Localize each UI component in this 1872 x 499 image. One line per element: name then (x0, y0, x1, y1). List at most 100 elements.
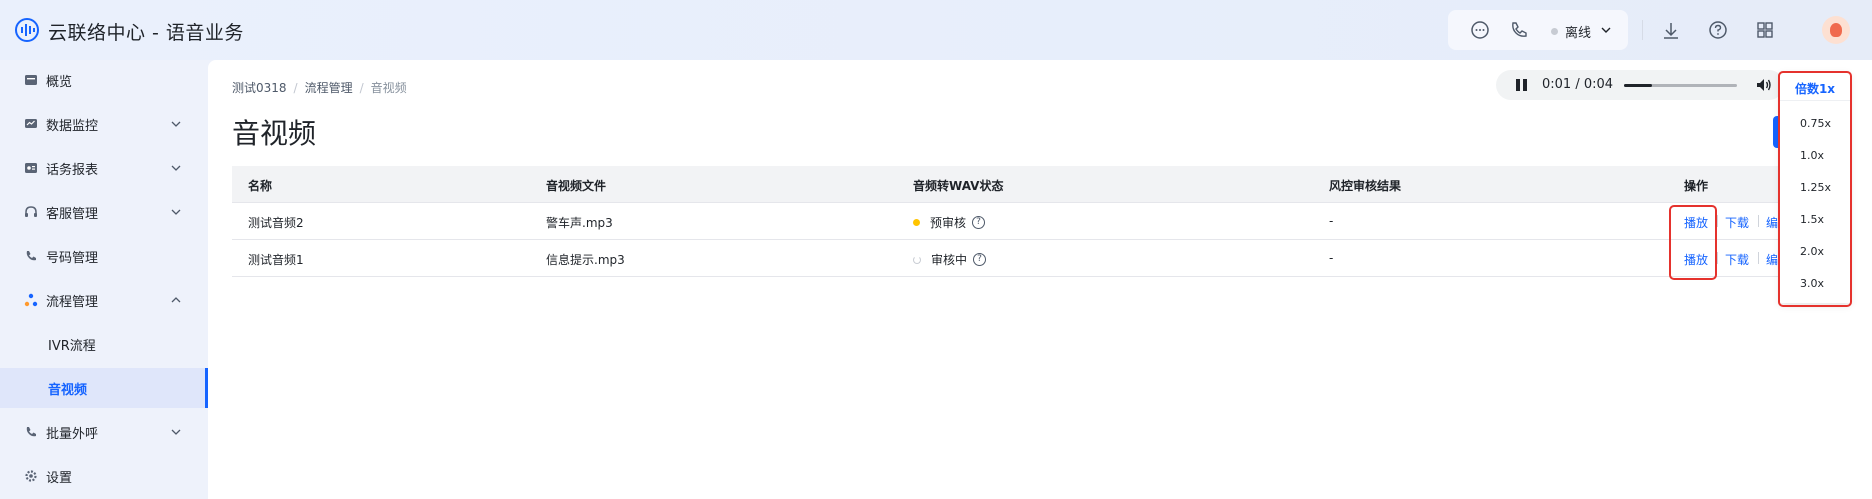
pause-icon[interactable] (1516, 79, 1528, 91)
chevron-up-icon (171, 297, 181, 303)
cell-name: 测试音频2 (248, 216, 304, 230)
download-icon[interactable] (1660, 20, 1682, 42)
sidebar-item-label: 号码管理 (46, 250, 99, 266)
table-row: 测试音频2 警车声.mp3 预审核 ? - 播放 下载 编 (232, 203, 1832, 240)
sidebar-item-overview[interactable]: 概览 (0, 60, 208, 100)
chevron-down-icon[interactable] (1600, 24, 1612, 36)
sidebar-item-label: 话务报表 (46, 162, 99, 178)
chat-icon[interactable] (1469, 19, 1491, 41)
breadcrumb-separator: / (293, 81, 298, 95)
audio-player: 0:01 / 0:04 (1496, 70, 1784, 100)
action-divider (1717, 215, 1718, 227)
cell-file: 警车声.mp3 (546, 216, 613, 230)
speed-option[interactable]: 1.0x (1800, 149, 1824, 162)
action-divider (1758, 215, 1759, 227)
play-link[interactable]: 播放 (1684, 214, 1708, 231)
sidebar-item-label: 流程管理 (46, 294, 99, 310)
sidebar-item-label: 设置 (46, 470, 73, 486)
sidebar-item-data-monitor[interactable]: 数据监控 (0, 104, 208, 144)
column-header: 名称 (248, 179, 273, 193)
progress-slider[interactable] (1624, 84, 1737, 87)
audio-table: 名称 音视频文件 音频转WAV状态 风控审核结果 操作 测试音频2 警车声.mp… (232, 166, 1832, 277)
column-header: 音频转WAV状态 (913, 179, 1004, 193)
column-header: 音视频文件 (546, 179, 607, 193)
cell-risk-result: - (1329, 214, 1334, 228)
breadcrumb-current: 音视频 (370, 81, 407, 95)
overview-icon (25, 75, 37, 85)
table-row: 测试音频1 信息提示.mp3 审核中 ? - 播放 下载 编 (232, 240, 1832, 277)
sidebar-item-label: 音视频 (48, 382, 88, 398)
speed-option[interactable]: 1.5x (1800, 213, 1824, 226)
play-link[interactable]: 播放 (1684, 251, 1708, 268)
monitor-icon (25, 119, 37, 128)
edit-link[interactable]: 编 (1766, 251, 1778, 268)
headset-icon (25, 206, 37, 217)
breadcrumb-separator: / (359, 81, 364, 95)
phone-icon (26, 251, 36, 261)
speed-selected[interactable]: 倍数1x (1780, 73, 1850, 101)
outbound-icon (26, 427, 36, 437)
breadcrumb: 测试0318 / 流程管理 / 音视频 (232, 79, 407, 96)
edit-link[interactable]: 编 (1766, 214, 1778, 231)
breadcrumb-item[interactable]: 流程管理 (305, 81, 353, 95)
help-icon[interactable] (1707, 19, 1729, 41)
app-title: 云联络中心 - 语音业务 (48, 22, 244, 44)
sidebar: 概览 数据监控 话务报表 客服管理 号码管理 流程管理 IVR流程 音视频 批量… (0, 60, 208, 499)
avatar[interactable] (1822, 16, 1850, 44)
cell-status: 审核中 ? (913, 251, 987, 268)
chevron-down-icon (171, 429, 181, 435)
help-icon[interactable]: ? (972, 216, 986, 229)
speed-option[interactable]: 2.0x (1800, 245, 1824, 258)
column-header: 操作 (1684, 179, 1709, 193)
sidebar-item-call-report[interactable]: 话务报表 (0, 148, 208, 188)
sidebar-item-ivr-flow[interactable]: IVR流程 (0, 324, 208, 364)
chevron-down-icon (171, 165, 181, 171)
progress-fill (1624, 84, 1653, 87)
chevron-down-icon (171, 121, 181, 127)
breadcrumb-item[interactable]: 测试0318 (232, 81, 287, 95)
help-icon[interactable]: ? (973, 253, 987, 266)
cell-status: 预审核 ? (913, 214, 986, 231)
loading-spinner-icon (913, 255, 921, 264)
action-divider (1717, 252, 1718, 264)
sidebar-item-settings[interactable]: 设置 (0, 456, 208, 496)
flow-icon (24, 293, 38, 307)
status-text: 审核中 (931, 253, 968, 267)
playback-speed-menu: 倍数1x 0.75x 1.0x 1.25x 1.5x 2.0x 3.0x (1780, 73, 1850, 303)
cell-risk-result: - (1329, 251, 1334, 265)
agent-status-select[interactable]: 离线 (1565, 22, 1591, 41)
table-header: 名称 音视频文件 音频转WAV状态 风控审核结果 操作 (232, 166, 1832, 203)
column-header: 风控审核结果 (1329, 179, 1402, 193)
top-header: 云联络中心 - 语音业务 离线 (0, 0, 1872, 60)
pending-status-dot (913, 219, 920, 226)
volume-icon[interactable] (1756, 78, 1772, 92)
download-link[interactable]: 下载 (1725, 214, 1749, 231)
apps-grid-icon[interactable] (1754, 19, 1776, 41)
sidebar-item-batch-outbound[interactable]: 批量外呼 (0, 412, 208, 452)
status-text: 预审核 (930, 216, 967, 230)
sidebar-item-number-management[interactable]: 号码管理 (0, 236, 208, 276)
speed-option[interactable]: 3.0x (1800, 277, 1824, 290)
sidebar-item-label: IVR流程 (48, 338, 96, 354)
sidebar-item-flow-management[interactable]: 流程管理 (0, 280, 208, 320)
main-panel: 测试0318 / 流程管理 / 音视频 音视频 0:01 / 0:04 名称 音视频文件… (208, 60, 1872, 499)
page-title: 音视频 (232, 117, 317, 150)
cell-file: 信息提示.mp3 (546, 253, 625, 267)
sidebar-item-label: 概览 (46, 74, 73, 90)
voice-logo-icon (15, 18, 39, 42)
sidebar-item-agent-management[interactable]: 客服管理 (0, 192, 208, 232)
status-indicator (1551, 28, 1558, 35)
speed-option[interactable]: 1.25x (1800, 181, 1831, 194)
action-divider (1758, 252, 1759, 264)
download-link[interactable]: 下载 (1725, 251, 1749, 268)
playback-time: 0:01 / 0:04 (1542, 77, 1614, 92)
sidebar-item-label: 批量外呼 (46, 426, 99, 442)
sidebar-item-label: 客服管理 (46, 206, 99, 222)
phone-icon[interactable] (1508, 19, 1530, 41)
sidebar-item-audio-video[interactable]: 音视频 (0, 368, 208, 408)
sidebar-item-label: 数据监控 (46, 118, 99, 134)
header-divider (1642, 20, 1643, 40)
chevron-down-icon (171, 209, 181, 215)
speed-option[interactable]: 0.75x (1800, 117, 1831, 130)
report-icon (25, 163, 37, 173)
